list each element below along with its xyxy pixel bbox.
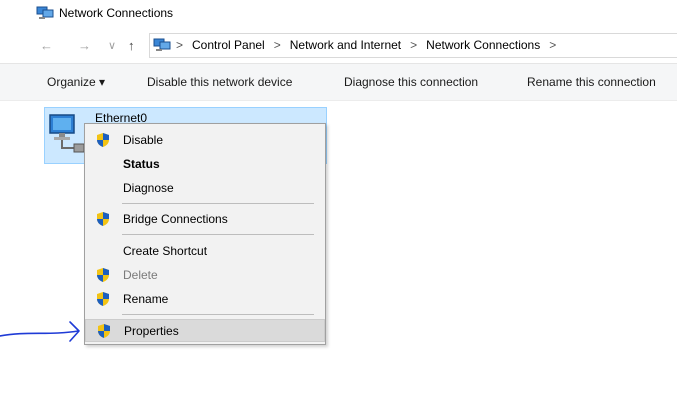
organize-button[interactable]: Organize ▾ [47, 75, 105, 89]
uac-shield-icon [97, 292, 109, 306]
menu-separator [122, 314, 314, 315]
menu-item-label: Properties [124, 324, 179, 338]
menu-separator [122, 203, 314, 204]
network-connections-icon [36, 6, 54, 19]
breadcrumb-separator[interactable]: > [540, 38, 565, 52]
rename-connection-button[interactable]: Rename this connection [527, 75, 656, 89]
menu-item-label: Rename [123, 292, 169, 306]
menu-separator [122, 234, 314, 235]
breadcrumb-separator: > [410, 38, 418, 52]
menu-item-label: Diagnose [123, 181, 174, 195]
recent-locations-button[interactable]: ∨ [108, 38, 116, 54]
uac-shield-icon [97, 212, 109, 226]
menu-item-label: Disable [123, 133, 164, 147]
window-title: Network Connections [59, 6, 174, 20]
menu-item-label: Bridge Connections [123, 212, 228, 226]
menu-item-rename[interactable]: Rename [85, 288, 325, 311]
breadcrumb-network-and-internet[interactable]: Network and Internet [290, 38, 401, 52]
menu-item-diagnose[interactable]: Diagnose [85, 177, 325, 200]
breadcrumb: > Control Panel > Network and Internet >… [176, 38, 565, 52]
uac-shield-icon [97, 268, 109, 282]
disable-device-button[interactable]: Disable this network device [147, 75, 292, 89]
menu-item-label: Delete [123, 268, 158, 282]
menu-item-bridge-connections[interactable]: Bridge Connections [85, 208, 325, 231]
menu-item-properties[interactable]: Properties [85, 319, 325, 342]
menu-item-label: Create Shortcut [123, 244, 208, 258]
back-button[interactable]: ← [40, 38, 53, 54]
breadcrumb-network-connections[interactable]: Network Connections [426, 38, 540, 52]
menu-item-status[interactable]: Status [85, 153, 325, 176]
uac-shield-icon [98, 324, 110, 338]
control-panel-icon [153, 38, 171, 51]
diagnose-connection-button[interactable]: Diagnose this connection [344, 75, 478, 89]
menu-item-disable[interactable]: Disable [85, 129, 325, 152]
menu-item-label: Status [123, 157, 160, 171]
network-adapter-icon [49, 114, 85, 153]
uac-shield-icon [97, 133, 109, 147]
breadcrumb-separator: > [176, 38, 184, 52]
up-button[interactable]: ↑ [128, 38, 135, 54]
annotation-arrow-icon [0, 321, 80, 342]
menu-item-create-shortcut[interactable]: Create Shortcut [85, 240, 325, 263]
breadcrumb-control-panel[interactable]: Control Panel [192, 38, 265, 52]
breadcrumb-separator: > [273, 38, 281, 52]
forward-button[interactable]: → [78, 38, 91, 54]
menu-item-delete: Delete [85, 264, 325, 287]
